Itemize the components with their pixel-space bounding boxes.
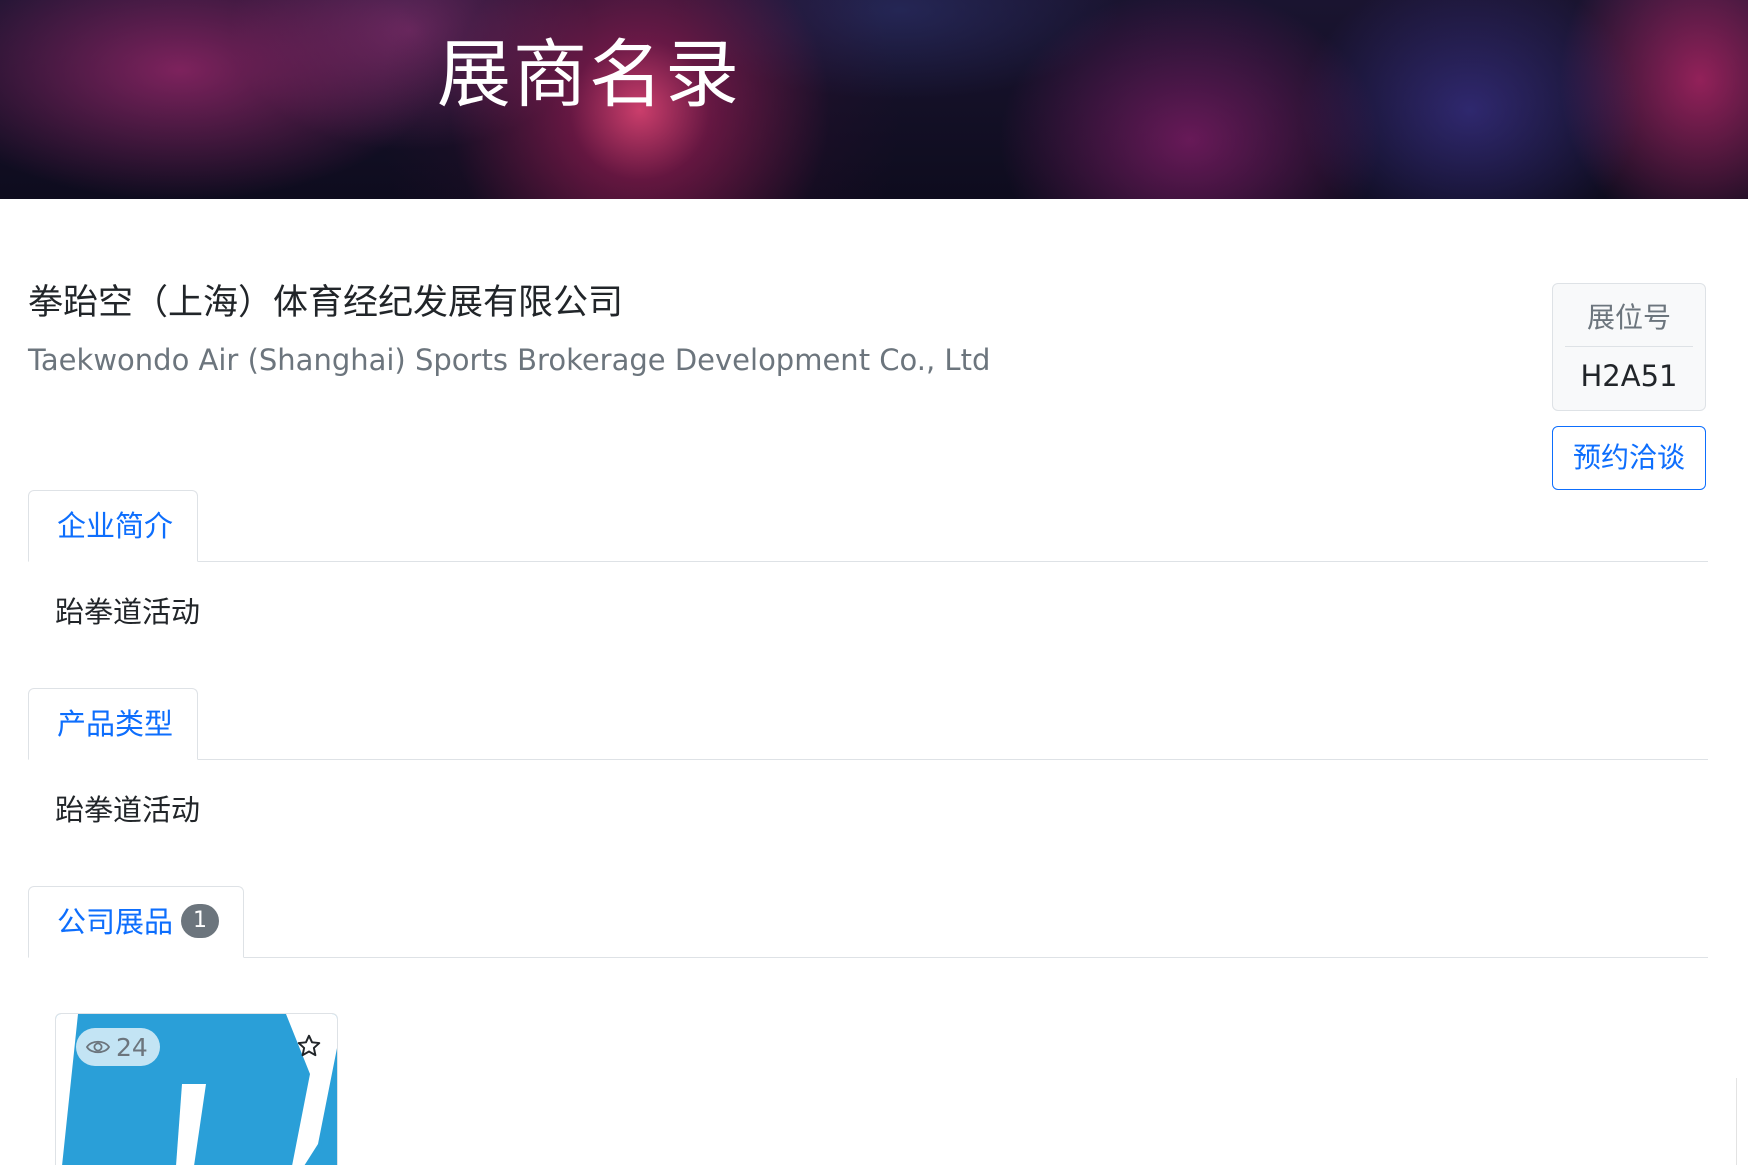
product-type-content: 跆拳道活动 <box>55 793 201 827</box>
tab-product-type[interactable]: 产品类型 <box>28 688 198 760</box>
scrollbar-edge <box>1736 1078 1748 1165</box>
page-title: 展商名录 <box>437 32 741 118</box>
tab-label: 公司展品 <box>57 905 174 939</box>
tab-company-intro[interactable]: 企业简介 <box>28 490 198 562</box>
intro-content: 跆拳道活动 <box>55 595 201 629</box>
star-outline-icon[interactable] <box>296 1033 322 1059</box>
company-name-en: Taekwondo Air (Shanghai) Sports Brokerag… <box>28 343 991 377</box>
booth-label: 展位号 <box>1586 301 1671 334</box>
product-type-tabs: 产品类型 <box>28 688 1708 760</box>
product-card[interactable]: 24 <box>55 1013 338 1165</box>
booth-number: H2A51 <box>1580 359 1678 393</box>
booth-divider <box>1565 346 1693 347</box>
tab-label: 企业简介 <box>57 509 174 543</box>
tab-label: 产品类型 <box>57 707 174 741</box>
exhibits-tabs: 公司展品 1 <box>28 886 1708 958</box>
appointment-button[interactable]: 预约洽谈 <box>1552 426 1706 490</box>
view-count-value: 24 <box>116 1032 148 1062</box>
intro-tabs: 企业简介 <box>28 490 1708 562</box>
eye-icon <box>86 1040 110 1054</box>
exhibit-count-badge: 1 <box>181 904 220 938</box>
view-count: 24 <box>76 1028 160 1066</box>
tab-company-exhibits[interactable]: 公司展品 1 <box>28 886 244 958</box>
booth-info: 展位号 H2A51 <box>1552 283 1706 411</box>
company-name-cn: 拳跆空（上海）体育经纪发展有限公司 <box>28 283 624 323</box>
hero-banner: 展商名录 <box>0 0 1748 199</box>
